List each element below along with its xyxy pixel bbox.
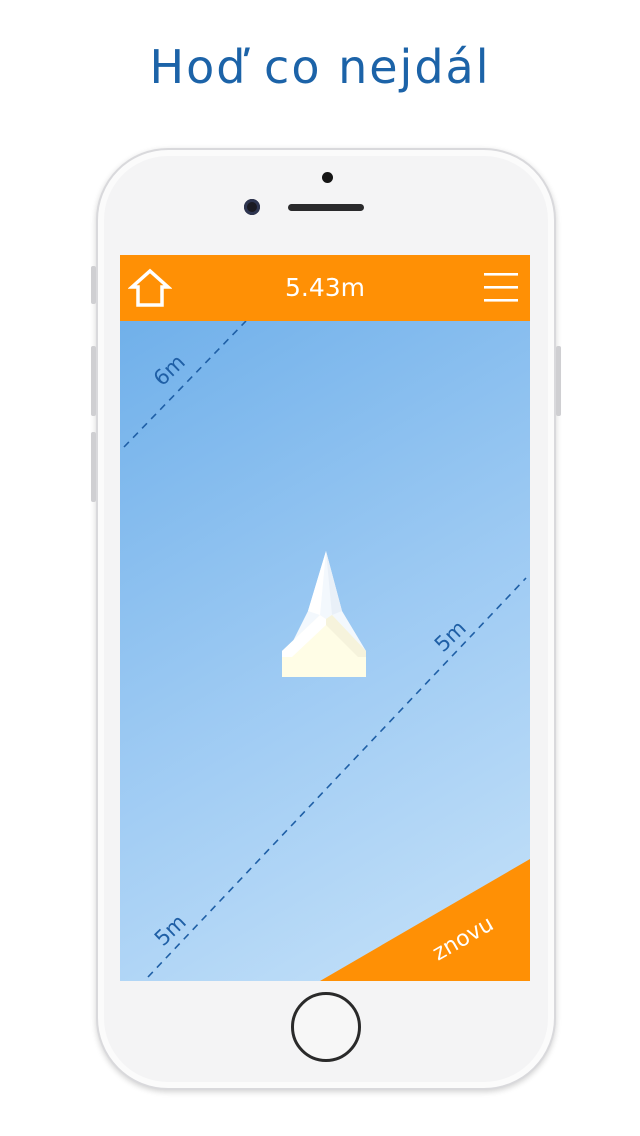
earpiece-speaker [288, 204, 364, 211]
home-icon[interactable] [127, 267, 173, 309]
distance-label-6m: 6m [149, 350, 190, 391]
app-screen: 5.43m 6m 5m 5m znovu [120, 255, 530, 981]
menu-icon[interactable] [484, 270, 518, 306]
phone-volume-down [91, 432, 96, 502]
phone-power-button [556, 346, 561, 416]
paper-airplane-icon [282, 551, 366, 677]
front-camera [244, 199, 260, 215]
page-headline: Hoď co nejdál [149, 40, 491, 94]
throw-field: 6m 5m 5m znovu [120, 321, 530, 981]
distance-label-5m-lower: 5m [150, 910, 191, 951]
distance-label-5m-upper: 5m [430, 616, 471, 657]
distance-readout: 5.43m [284, 273, 366, 302]
phone-frame: 5.43m 6m 5m 5m znovu [91, 148, 561, 1090]
retry-button[interactable]: znovu [320, 859, 530, 981]
top-bar: 5.43m [120, 255, 530, 321]
phone-volume-up [91, 346, 96, 416]
phone-home-button [291, 992, 361, 1062]
distance-line-6m [123, 321, 247, 448]
phone-mute-switch [91, 266, 96, 304]
proximity-sensor [322, 172, 333, 183]
